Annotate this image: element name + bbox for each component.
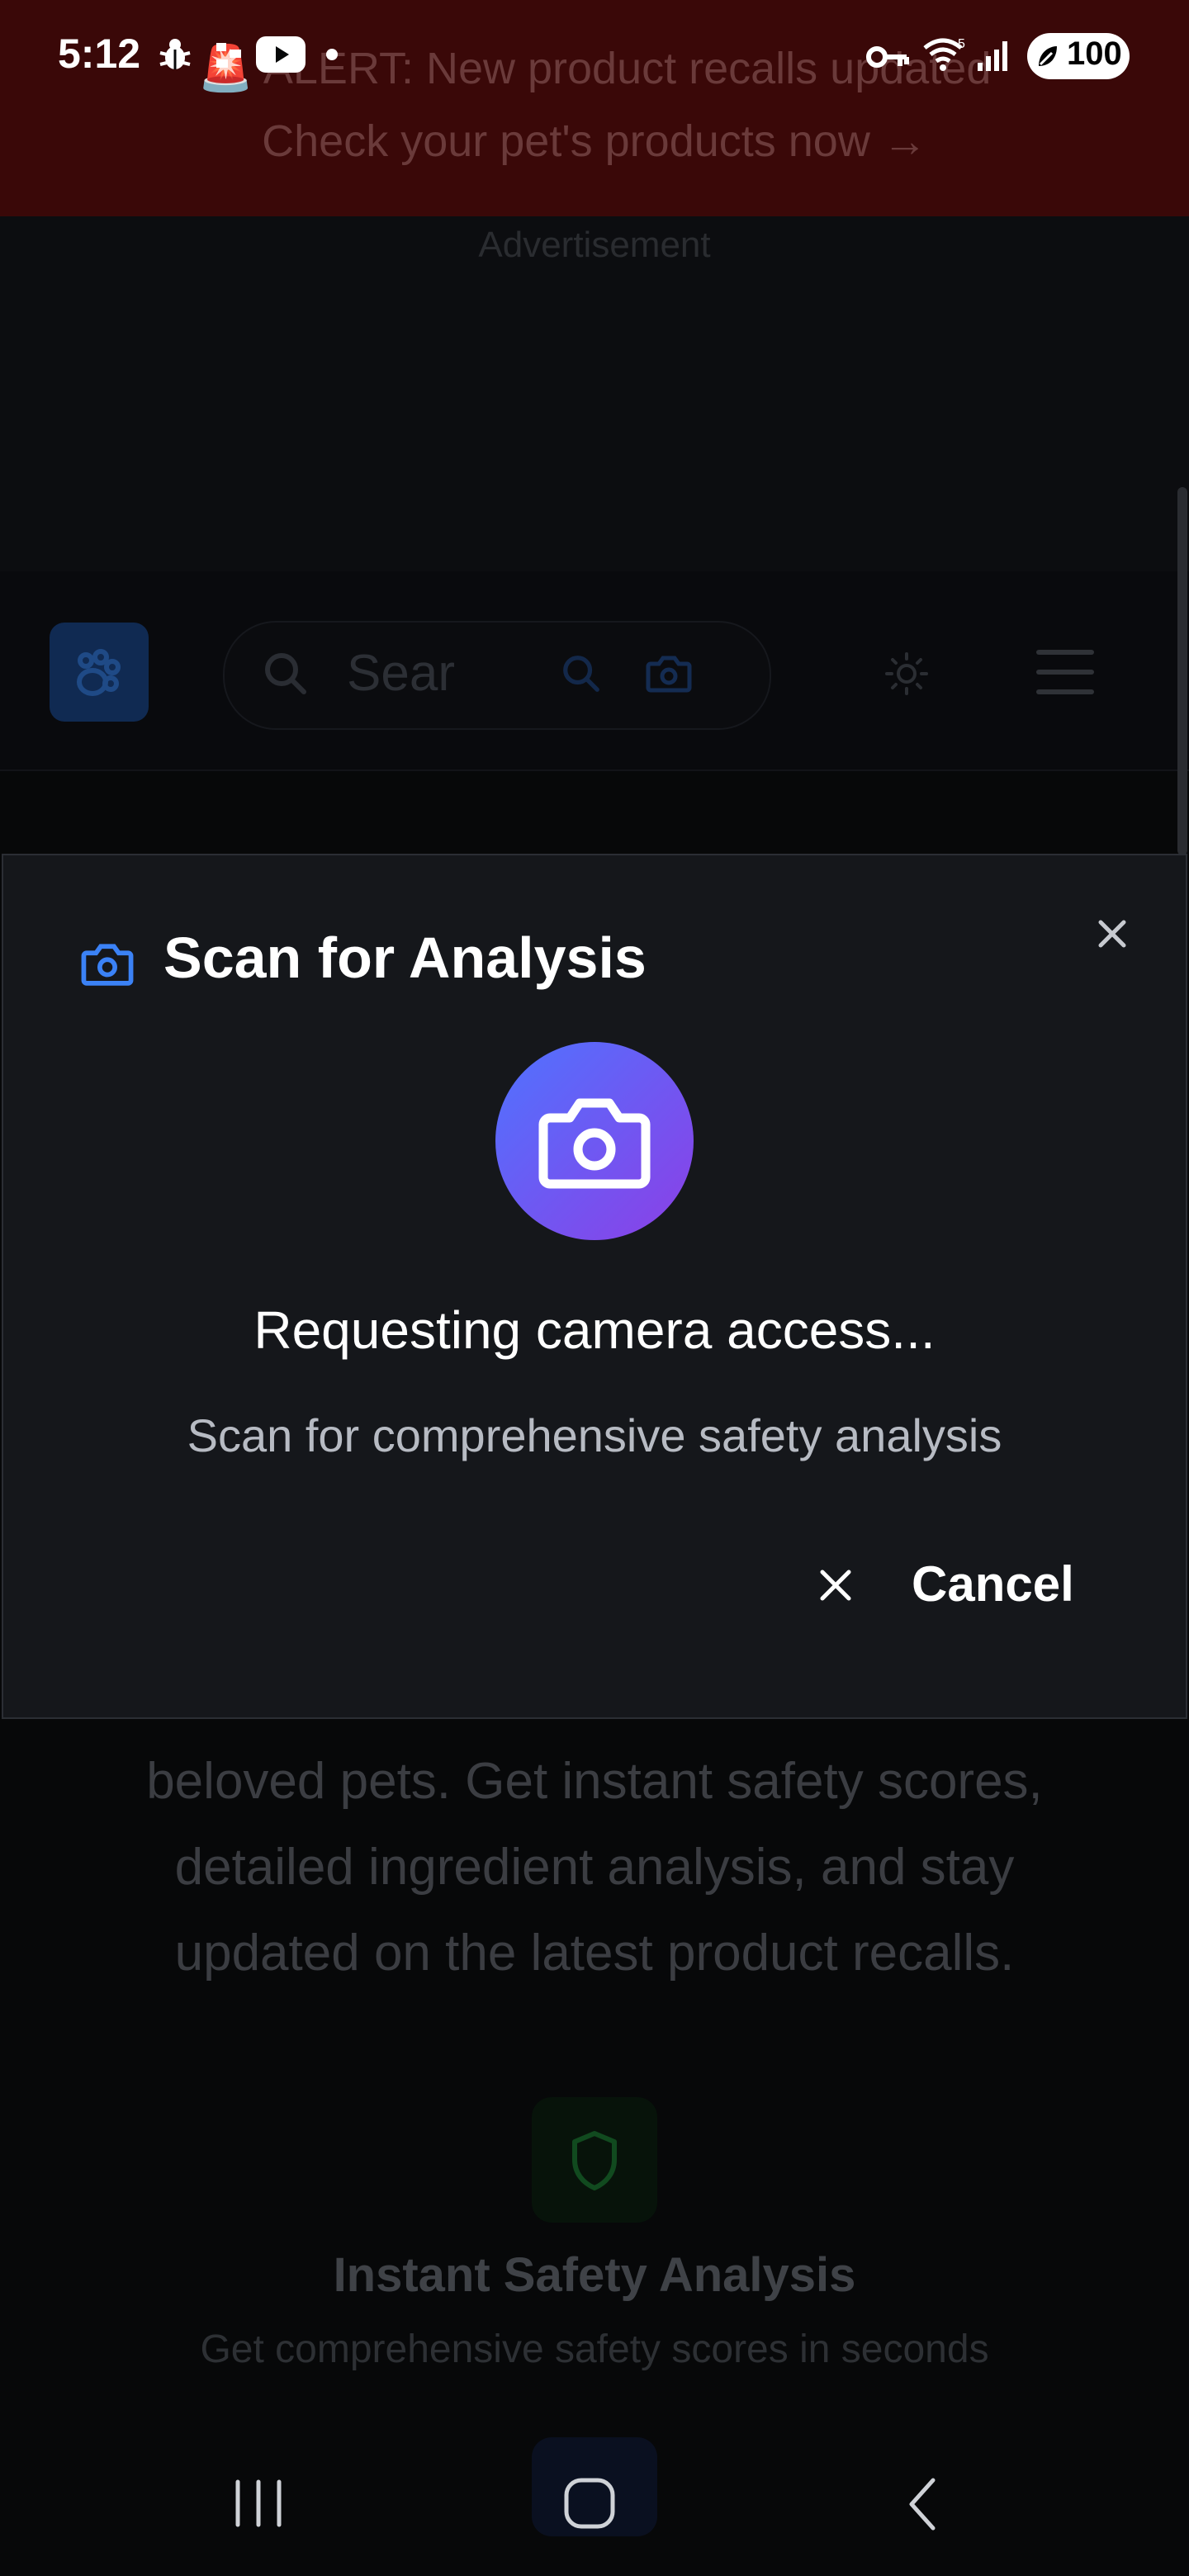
youtube-icon xyxy=(256,36,306,73)
bug-icon xyxy=(159,39,191,69)
hero-line-1: beloved pets. Get instant safety scores, xyxy=(146,1753,1043,1810)
dots-icon xyxy=(216,43,241,68)
camera-request-status: Requesting camera access... xyxy=(253,1300,936,1360)
search-submit-icon[interactable] xyxy=(558,651,604,697)
alert-banner[interactable] xyxy=(0,0,1189,216)
home-icon[interactable] xyxy=(561,2475,618,2531)
dot-icon xyxy=(326,49,338,60)
cancel-label: Cancel xyxy=(912,1556,1074,1612)
battery-saver-icon xyxy=(1039,46,1057,66)
search-icon xyxy=(265,653,306,694)
status-time: 5:12 xyxy=(58,31,141,77)
sun-icon[interactable] xyxy=(882,649,931,698)
cancel-x-icon xyxy=(820,1570,851,1601)
feature-title: Instant Safety Analysis xyxy=(333,2248,856,2302)
camera-icon[interactable] xyxy=(644,651,694,697)
battery-level: 100 xyxy=(1067,36,1122,72)
camera-status-circle xyxy=(495,1042,694,1240)
modal-subtitle: Scan for comprehensive safety analysis xyxy=(187,1409,1002,1461)
back-icon[interactable] xyxy=(903,2475,941,2533)
close-button[interactable] xyxy=(1087,908,1138,959)
signal-icon xyxy=(978,41,1007,71)
feature-icon-box xyxy=(532,2097,657,2223)
modal-title: Scan for Analysis xyxy=(163,926,647,990)
modal-camera-icon xyxy=(81,944,134,986)
hero-line-3: updated on the latest product recalls. xyxy=(174,1925,1015,1982)
ad-area xyxy=(0,216,1189,571)
camera-icon-large xyxy=(538,1098,651,1189)
paw-icon xyxy=(77,649,121,696)
menu-icon[interactable] xyxy=(1035,646,1095,698)
alert-line-2[interactable]: Check your pet's products now → xyxy=(0,116,1189,167)
scrollbar[interactable] xyxy=(1177,487,1187,855)
key-icon xyxy=(866,46,909,68)
recent-apps-icon[interactable] xyxy=(230,2479,287,2528)
logo-button[interactable] xyxy=(50,623,149,722)
feature-subtitle: Get comprehensive safety scores in secon… xyxy=(200,2327,989,2371)
hero-line-2: detailed ingredient analysis, and stay xyxy=(174,1839,1015,1896)
svg-text:5: 5 xyxy=(958,37,965,51)
search-input[interactable]: Sear xyxy=(347,644,455,703)
wifi-icon: 5 xyxy=(923,37,965,71)
close-icon xyxy=(1098,920,1126,948)
shield-icon xyxy=(572,2131,617,2190)
ad-label: Advertisement xyxy=(478,225,711,265)
